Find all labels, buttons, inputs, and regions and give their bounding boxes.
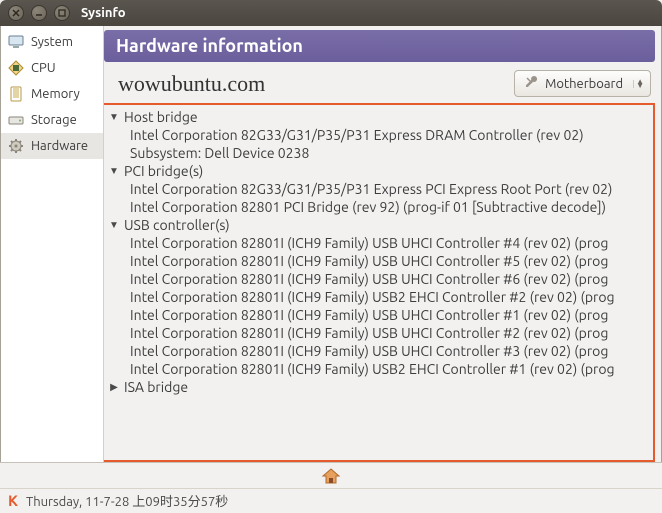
triangle-down-icon: ▼ [108, 219, 120, 231]
sidebar-item-memory[interactable]: Memory [1, 81, 103, 107]
tree-item[interactable]: Intel Corporation 82801I (ICH9 Family) U… [130, 360, 653, 378]
tree-item[interactable]: Intel Corporation 82801 PCI Bridge (rev … [130, 198, 653, 216]
tree-group-header[interactable]: ▶ ISA bridge [108, 378, 653, 396]
tree-item[interactable]: Intel Corporation 82801I (ICH9 Family) U… [130, 270, 653, 288]
tree-group-header[interactable]: ▼ PCI bridge(s) [108, 162, 653, 180]
tree-item[interactable]: Intel Corporation 82801I (ICH9 Family) U… [130, 342, 653, 360]
monitor-icon [7, 33, 25, 51]
triangle-down-icon: ▼ [108, 165, 120, 177]
app-k-icon: K [8, 492, 18, 509]
cpu-icon [7, 59, 25, 77]
window-close-button[interactable] [8, 5, 24, 21]
home-icon[interactable] [321, 467, 341, 485]
tree-item[interactable]: Intel Corporation 82801I (ICH9 Family) U… [130, 252, 653, 270]
hardware-tree[interactable]: ▼Host bridgeIntel Corporation 82G33/G31/… [104, 103, 655, 462]
tree-group-header[interactable]: ▼ USB controller(s) [108, 216, 653, 234]
sidebar-item-system[interactable]: System [1, 29, 103, 55]
chevron-updown-icon: ▲▼ [633, 80, 646, 88]
sidebar-item-label: System [31, 35, 73, 49]
tree-group-label: USB controller(s) [124, 217, 230, 233]
tree-group-header[interactable]: ▼ Host bridge [108, 108, 653, 126]
tree-item[interactable]: Subsystem: Dell Device 0238 [130, 144, 653, 162]
window-minimize-button[interactable] [31, 5, 47, 21]
main-pane: Hardware information wowubuntu.com Mothe… [104, 26, 661, 462]
sidebar-item-hardware[interactable]: Hardware [1, 133, 103, 159]
tree-item[interactable]: Intel Corporation 82801I (ICH9 Family) U… [130, 324, 653, 342]
memory-icon [7, 85, 25, 103]
status-datetime: Thursday, 11-7-28 上09时35分57秒 [26, 491, 228, 510]
sidebar-item-label: Memory [31, 87, 80, 101]
tree-item[interactable]: Intel Corporation 82801I (ICH9 Family) U… [130, 288, 653, 306]
sidebar: System CPU Memory Storage [1, 26, 104, 462]
gear-icon [7, 137, 25, 155]
titlebar: Sysinfo [0, 0, 662, 26]
triangle-right-icon: ▶ [108, 381, 120, 393]
tree-group-label: PCI bridge(s) [124, 163, 203, 179]
disk-icon [7, 111, 25, 129]
sidebar-item-storage[interactable]: Storage [1, 107, 103, 133]
footer: K Thursday, 11-7-28 上09时35分57秒 [0, 462, 662, 513]
wrench-icon [523, 74, 539, 93]
tree-item[interactable]: Intel Corporation 82G33/G31/P35/P31 Expr… [130, 180, 653, 198]
sidebar-item-cpu[interactable]: CPU [1, 55, 103, 81]
tree-group-label: ISA bridge [124, 379, 188, 395]
triangle-down-icon: ▼ [108, 111, 120, 123]
page-title: Hardware information [104, 30, 655, 62]
category-combo[interactable]: Motherboard ▲▼ [514, 70, 651, 97]
tree-group-label: Host bridge [124, 109, 198, 125]
sidebar-item-label: Storage [31, 113, 77, 127]
sidebar-item-label: CPU [31, 61, 56, 75]
sidebar-item-label: Hardware [31, 139, 88, 153]
tree-item[interactable]: Intel Corporation 82801I (ICH9 Family) U… [130, 234, 653, 252]
watermark-text: wowubuntu.com [118, 71, 265, 97]
tree-item[interactable]: Intel Corporation 82801I (ICH9 Family) U… [130, 306, 653, 324]
window-maximize-button[interactable] [54, 5, 70, 21]
combo-label: Motherboard [545, 77, 623, 91]
window-title: Sysinfo [81, 6, 126, 20]
tree-item[interactable]: Intel Corporation 82G33/G31/P35/P31 Expr… [130, 126, 653, 144]
